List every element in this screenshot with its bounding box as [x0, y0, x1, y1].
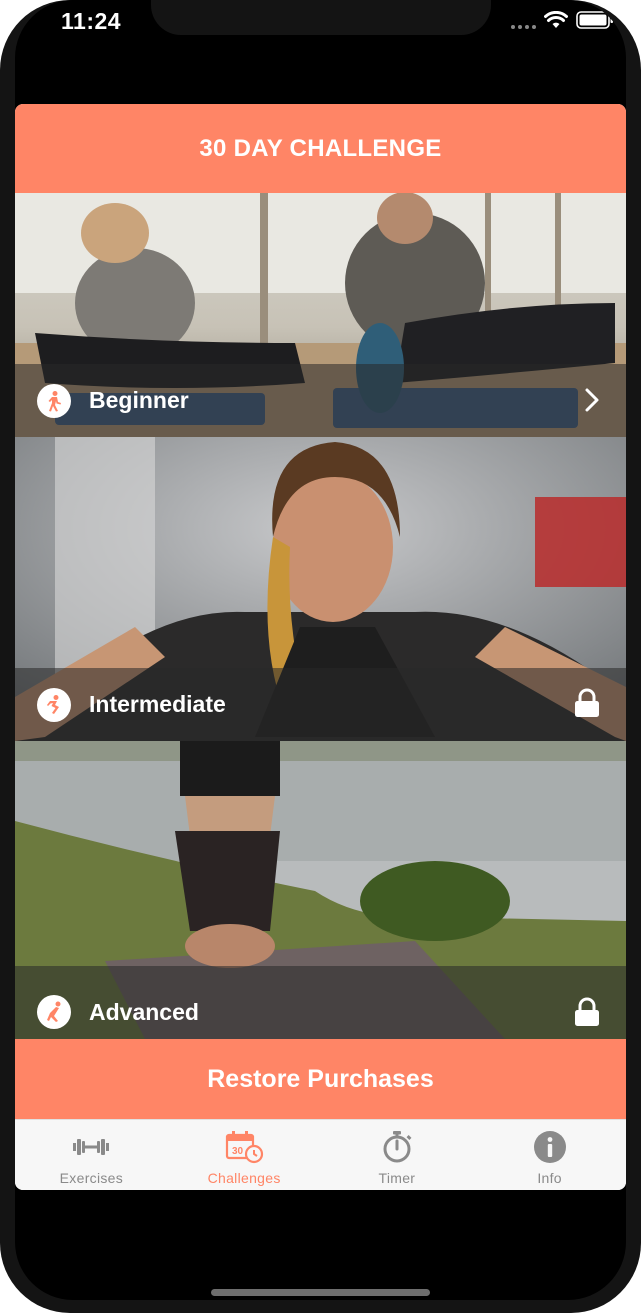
level-label-intermediate: Intermediate	[89, 691, 226, 717]
calendar-30-icon: 30	[224, 1130, 264, 1164]
tab-bar: Exercises 30 Challenges Timer Info	[15, 1119, 626, 1190]
tab-label-exercises: Exercises	[59, 1170, 124, 1186]
screen: 11:24 30 DAY CHALLENGE Beginner Intermed…	[15, 0, 626, 1300]
battery-icon	[576, 11, 613, 29]
wifi-icon	[544, 11, 568, 28]
level-card-advanced[interactable]: Advanced	[15, 741, 626, 1039]
level-label-beginner: Beginner	[89, 387, 189, 413]
running-person-icon	[37, 688, 71, 722]
tab-timer[interactable]: Timer	[321, 1120, 474, 1190]
status-time: 11:24	[61, 8, 122, 34]
status-icons	[511, 9, 614, 31]
level-card-intermediate[interactable]: Intermediate	[15, 437, 626, 741]
tab-label-timer: Timer	[378, 1170, 416, 1186]
device-frame: 11:24 30 DAY CHALLENGE Beginner Intermed…	[0, 0, 641, 1313]
stopwatch-icon	[380, 1130, 414, 1164]
home-indicator[interactable]	[211, 1289, 430, 1296]
tab-info[interactable]: Info	[473, 1120, 626, 1190]
stretching-person-icon	[37, 995, 71, 1029]
page-title: 30 DAY CHALLENGE	[15, 104, 626, 193]
lock-icon	[574, 997, 600, 1032]
svg-text:30: 30	[232, 1146, 244, 1157]
notch	[151, 0, 491, 35]
restore-purchases-button[interactable]: Restore Purchases	[15, 1039, 626, 1119]
app-container: 30 DAY CHALLENGE Beginner Intermediate A…	[15, 104, 626, 1190]
level-label-advanced: Advanced	[89, 999, 199, 1025]
tab-exercises[interactable]: Exercises	[15, 1120, 168, 1190]
tab-label-info: Info	[537, 1170, 562, 1186]
signal-icon	[511, 9, 536, 31]
tab-label-challenges: Challenges	[207, 1170, 281, 1186]
walking-person-icon	[37, 384, 71, 418]
lock-icon	[574, 688, 600, 723]
info-icon	[533, 1130, 567, 1164]
level-card-beginner[interactable]: Beginner	[15, 193, 626, 437]
dumbbell-icon	[71, 1130, 111, 1164]
tab-challenges[interactable]: 30 Challenges	[168, 1120, 321, 1190]
chevron-right-icon[interactable]	[584, 387, 600, 418]
